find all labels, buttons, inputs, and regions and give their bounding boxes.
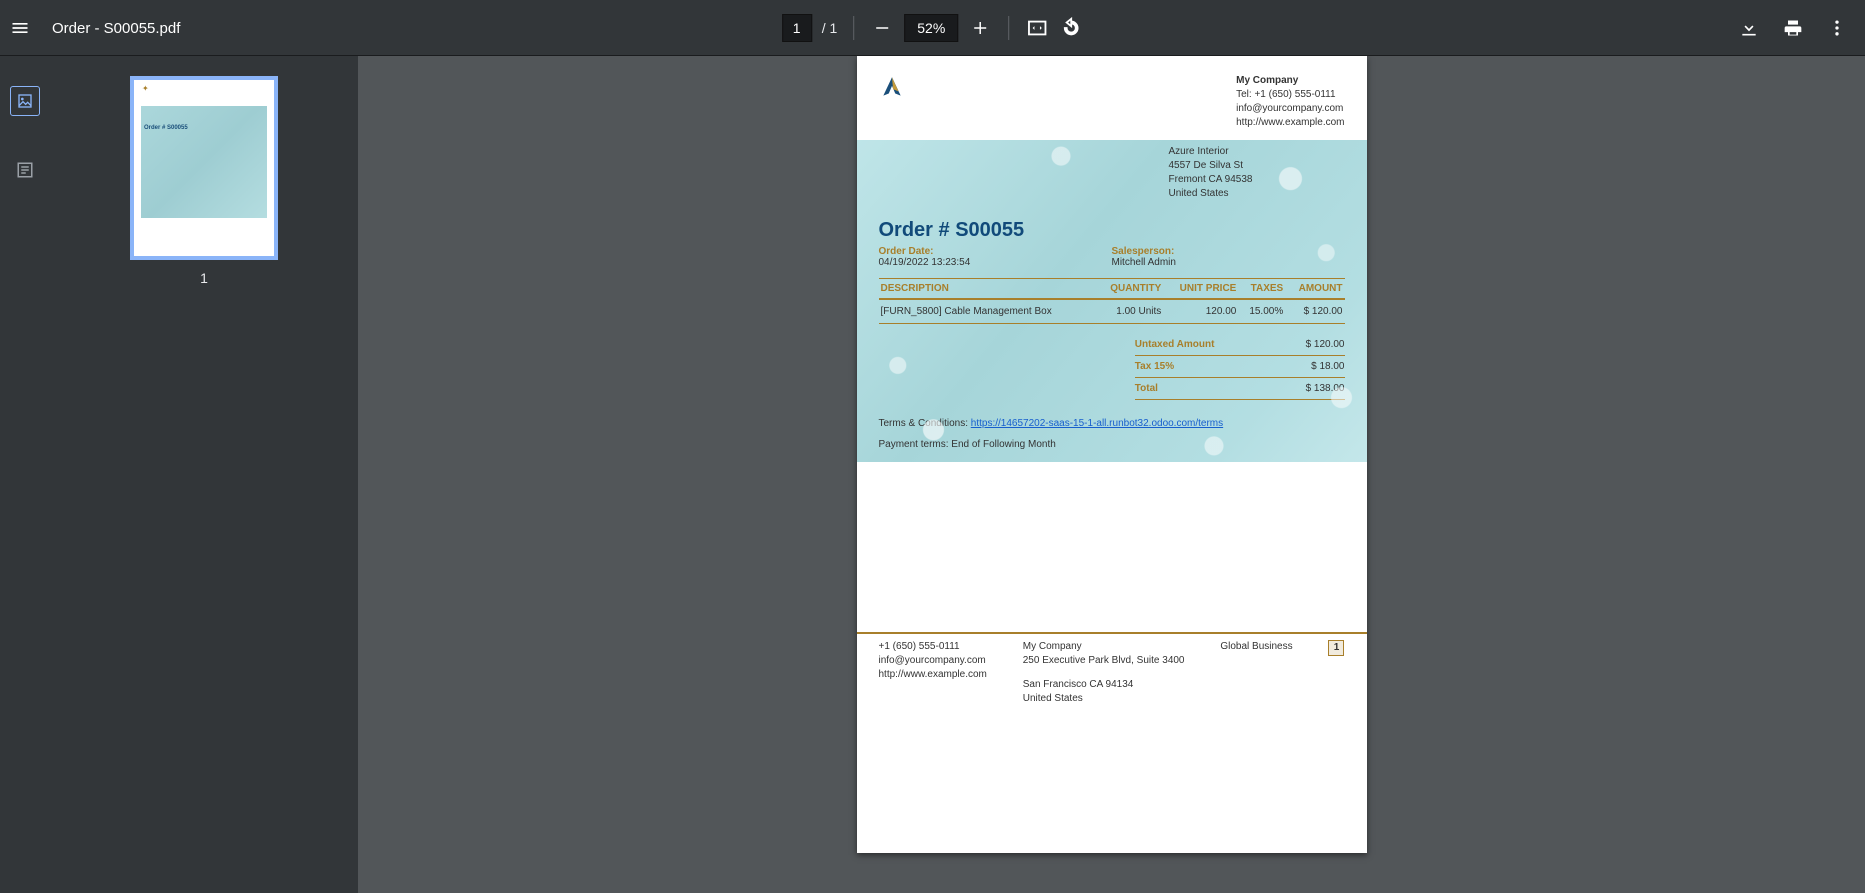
- toolbar-center: / 1 52%: [782, 14, 1084, 42]
- line-items-table: DESCRIPTION QUANTITY UNIT PRICE TAXES AM…: [879, 278, 1345, 324]
- footer-phone: +1 (650) 555-0111: [879, 640, 987, 654]
- line-taxes: 15.00%: [1238, 299, 1285, 324]
- line-price: 120.00: [1163, 299, 1238, 324]
- pdf-page: My Company Tel: +1 (650) 555-0111 info@y…: [857, 56, 1367, 853]
- total-value: $ 138.00: [1306, 383, 1345, 394]
- page-number-box: 1: [1328, 640, 1344, 656]
- terms-label: Terms & Conditions:: [879, 418, 971, 429]
- divider: [1008, 16, 1009, 40]
- company-web: http://www.example.com: [1236, 116, 1344, 130]
- untaxed-label: Untaxed Amount: [1135, 339, 1215, 350]
- customer-name: Azure Interior: [1169, 145, 1345, 159]
- sidebar-tabs: [0, 56, 50, 893]
- more-icon[interactable]: [1825, 16, 1849, 40]
- salesperson-value: Mitchell Admin: [1112, 257, 1345, 268]
- toolbar-right: [1737, 16, 1857, 40]
- col-amount: AMOUNT: [1285, 279, 1344, 300]
- company-name: My Company: [1236, 74, 1344, 88]
- total-label: Total: [1135, 383, 1158, 394]
- col-quantity: QUANTITY: [1095, 279, 1163, 300]
- thumbnail-1[interactable]: ✦ Order # S00055: [130, 76, 278, 260]
- sidebar: ✦ Order # S00055 1: [0, 56, 358, 893]
- page-number-input[interactable]: [782, 14, 812, 42]
- download-icon[interactable]: [1737, 16, 1761, 40]
- order-date-value: 04/19/2022 13:23:54: [879, 257, 1112, 268]
- page-total-label: / 1: [822, 20, 838, 36]
- print-icon[interactable]: [1781, 16, 1805, 40]
- divider: [853, 16, 854, 40]
- table-row: [FURN_5800] Cable Management Box 1.00 Un…: [879, 299, 1345, 324]
- col-description: DESCRIPTION: [879, 279, 1096, 300]
- thumbnail-panel: ✦ Order # S00055 1: [50, 56, 358, 893]
- meta-row: Order Date: 04/19/2022 13:23:54 Salesper…: [879, 246, 1345, 268]
- footer-pagenum: 1: [1328, 640, 1344, 706]
- col-unit-price: UNIT PRICE: [1163, 279, 1238, 300]
- terms-link[interactable]: https://14657202-saas-15-1-all.runbot32.…: [971, 418, 1223, 429]
- order-title: Order # S00055: [879, 219, 1345, 242]
- menu-icon[interactable]: [8, 16, 32, 40]
- customer-block: Azure Interior 4557 De Silva St Fremont …: [1169, 140, 1345, 201]
- order-date-label: Order Date:: [879, 246, 1112, 257]
- zoom-out-icon[interactable]: [870, 16, 894, 40]
- page-footer: +1 (650) 555-0111 info@yourcompany.com h…: [857, 632, 1367, 720]
- footer-right: Global Business: [1220, 640, 1292, 706]
- viewer[interactable]: My Company Tel: +1 (650) 555-0111 info@y…: [358, 56, 1865, 893]
- footer-business: Global Business: [1220, 640, 1292, 654]
- footer-city: San Francisco CA 94134: [1023, 678, 1185, 692]
- salesperson-label: Salesperson:: [1112, 246, 1345, 257]
- footer-email: info@yourcompany.com: [879, 654, 987, 668]
- terms-line: Terms & Conditions: https://14657202-saa…: [879, 418, 1345, 429]
- payment-terms: Payment terms: End of Following Month: [879, 439, 1345, 450]
- zoom-level[interactable]: 52%: [904, 14, 958, 42]
- viewer-body: ✦ Order # S00055 1 My Company Tel: +1 (6…: [0, 56, 1865, 893]
- thumbnails-tab-icon[interactable]: [10, 86, 40, 116]
- customer-city: Fremont CA 94538: [1169, 173, 1345, 187]
- customer-street: 4557 De Silva St: [1169, 159, 1345, 173]
- footer-mid: My Company 250 Executive Park Blvd, Suit…: [1023, 640, 1185, 706]
- outline-tab-icon[interactable]: [13, 158, 37, 182]
- fit-page-icon[interactable]: [1025, 16, 1049, 40]
- company-email: info@yourcompany.com: [1236, 102, 1344, 116]
- line-qty: 1.00 Units: [1095, 299, 1163, 324]
- pdf-toolbar: Order - S00055.pdf / 1 52%: [0, 0, 1865, 56]
- tax-label: Tax 15%: [1135, 361, 1174, 372]
- company-block: My Company Tel: +1 (650) 555-0111 info@y…: [1236, 74, 1344, 130]
- document-title: Order - S00055.pdf: [52, 20, 180, 37]
- logo-icon: [879, 74, 905, 130]
- toolbar-left: Order - S00055.pdf: [8, 16, 180, 40]
- footer-country: United States: [1023, 692, 1185, 706]
- footer-web: http://www.example.com: [879, 668, 987, 682]
- col-taxes: TAXES: [1238, 279, 1285, 300]
- footer-street: 250 Executive Park Blvd, Suite 3400: [1023, 654, 1185, 668]
- line-desc: [FURN_5800] Cable Management Box: [879, 299, 1096, 324]
- rotate-icon[interactable]: [1059, 16, 1083, 40]
- customer-country: United States: [1169, 187, 1345, 201]
- tax-value: $ 18.00: [1311, 361, 1344, 372]
- totals-block: Untaxed Amount $ 120.00 Tax 15% $ 18.00 …: [1135, 334, 1345, 400]
- line-amount: $ 120.00: [1285, 299, 1344, 324]
- untaxed-value: $ 120.00: [1306, 339, 1345, 350]
- footer-left: +1 (650) 555-0111 info@yourcompany.com h…: [879, 640, 987, 706]
- company-tel: Tel: +1 (650) 555-0111: [1236, 88, 1344, 102]
- thumbnail-index: 1: [200, 270, 208, 286]
- order-body: Azure Interior 4557 De Silva St Fremont …: [857, 140, 1367, 462]
- zoom-in-icon[interactable]: [968, 16, 992, 40]
- footer-company: My Company: [1023, 640, 1185, 654]
